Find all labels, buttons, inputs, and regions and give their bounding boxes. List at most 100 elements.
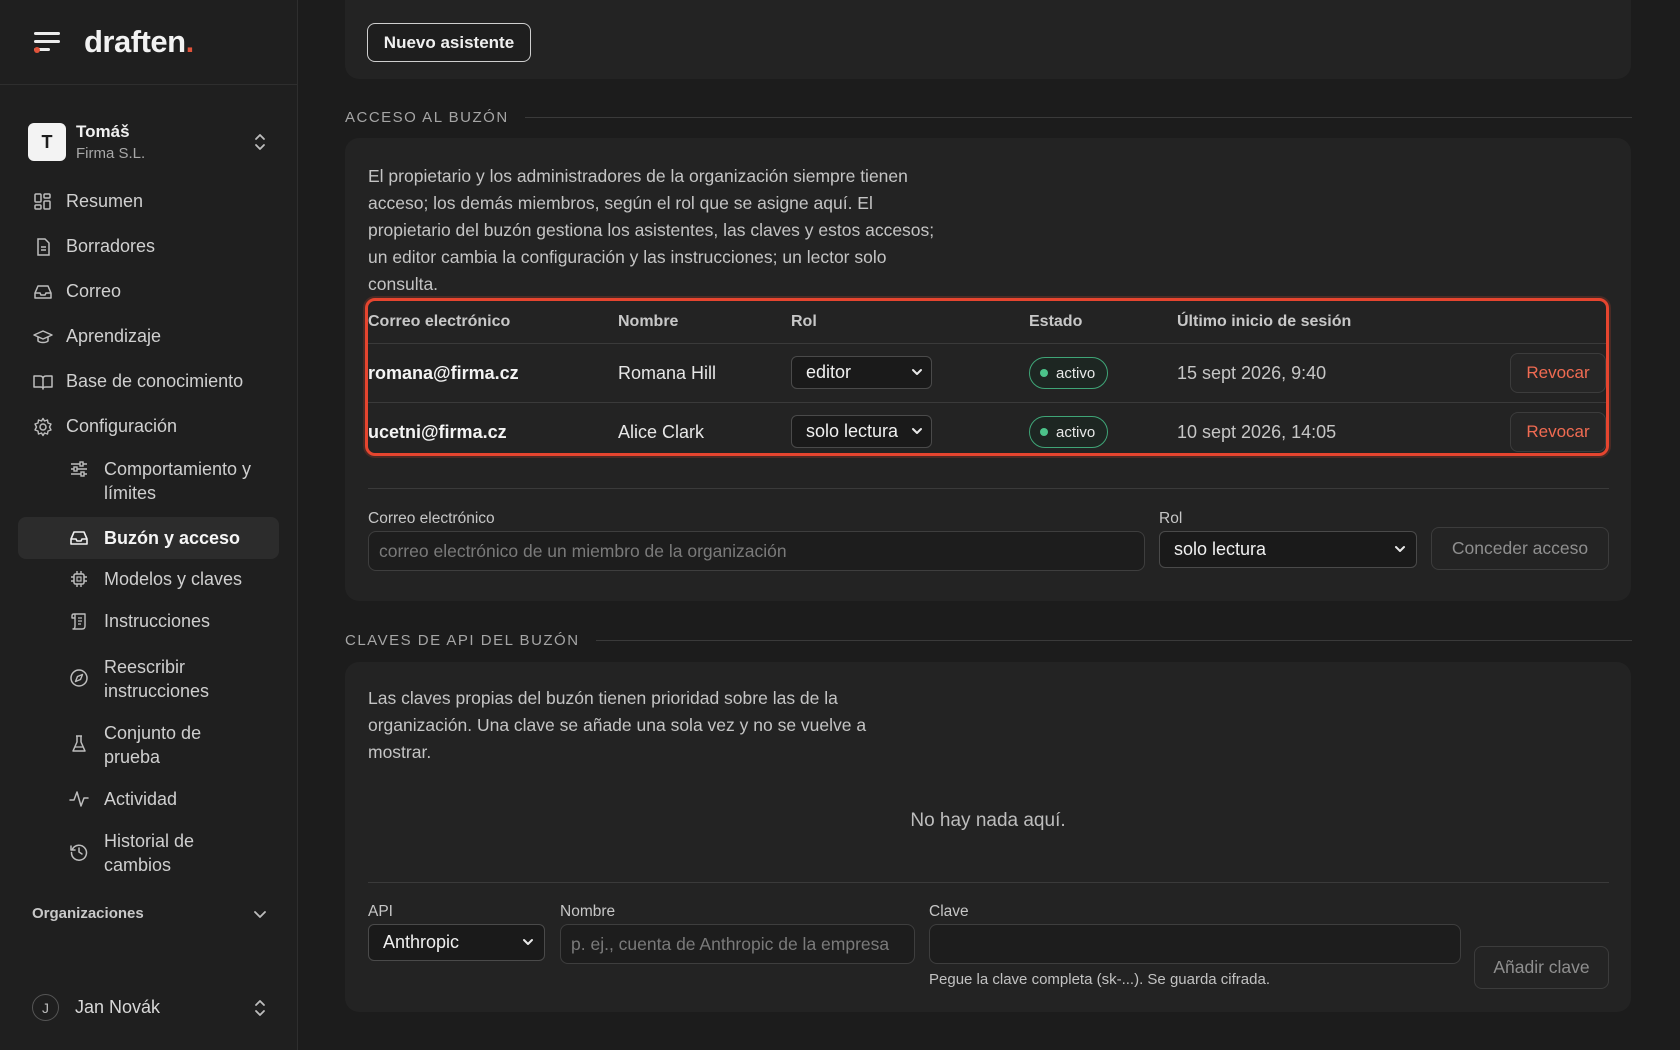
new-role-select[interactable]: solo lectura [1159,531,1417,568]
empty-state: No hay nada aquí. [910,810,1066,831]
sub-item-comportamiento[interactable]: Comportamiento y límites [0,457,297,503]
last-login: 10 sept 2026, 14:05 [1177,422,1337,442]
nav-item-label: Configuración [66,416,178,436]
book-icon [32,371,54,393]
dashboard-icon [32,191,54,213]
graduation-cap-icon [32,326,54,348]
user-name: Jan Novák [75,997,161,1017]
chevron-down-icon [911,367,923,377]
activity-icon [68,788,90,810]
last-login: 15 sept 2026, 9:40 [1177,363,1327,383]
nav-item-label: Borradores [66,236,156,256]
key-hint: Pegue la clave completa (sk-...). Se gua… [929,971,1271,988]
nav-item-correo[interactable]: Correo [0,269,297,314]
nav-item-base-conocimiento[interactable]: Base de conocimiento [0,359,297,404]
sidebar: draften. T Tomáš Firma S.L. Resumen Borr… [0,0,298,1050]
access-description: El propietario y los administradores de … [368,166,935,294]
sub-item-conjunto-prueba[interactable]: Conjunto de prueba [0,721,297,773]
column-header: Estado [1029,313,1083,330]
nav-item-label: Base de conocimiento [66,371,244,391]
email-label: Correo electrónico [368,510,495,527]
sub-item-instrucciones[interactable]: Instrucciones [0,609,297,643]
menu-icon[interactable] [34,31,60,53]
divider [368,488,1609,489]
sub-item-modelos-claves[interactable]: Modelos y claves [0,567,297,601]
status-badge: activo [1029,416,1109,448]
chevron-down-icon [253,909,267,919]
main-content: Nuevo asistente ACCESO AL BUZÓN El propi… [298,0,1680,1050]
member-name: Alice Clark [618,422,705,442]
column-header: Rol [791,313,817,330]
main-nav: Resumen Borradores Correo Aprendizaje Ba… [0,179,297,881]
chevron-updown-icon [253,997,267,1019]
nav-item-resumen[interactable]: Resumen [0,179,297,224]
role-select[interactable]: solo lectura [791,415,932,448]
table-header: Correo electrónico Nombre Rol Estado Últ… [368,301,1606,344]
nav-item-label: Aprendizaje [66,326,162,346]
gear-icon [32,416,54,438]
revoke-button[interactable]: Revocar [1510,353,1606,393]
sub-item-buzon-acceso[interactable]: Buzón y acceso [18,517,279,559]
api-keys-description: Las claves propias del buzón tienen prio… [368,688,867,762]
inbox-icon [68,527,90,549]
flask-icon [68,733,90,755]
user-menu[interactable]: J Jan Novák [32,994,267,1021]
mailbox-access-card: El propietario y los administradores de … [345,138,1631,601]
sub-item-label: Comportamiento y límites [104,459,252,503]
add-key-button[interactable]: Añadir clave [1474,946,1609,989]
table-row: romana@firma.cz Romana Hill editor activ… [368,344,1606,403]
sub-item-label: Conjunto de prueba [104,723,202,767]
sub-item-actividad[interactable]: Actividad [0,787,297,821]
access-table: Correo electrónico Nombre Rol Estado Últ… [365,298,1609,456]
revoke-button[interactable]: Revocar [1510,412,1606,452]
member-email-input[interactable]: correo electrónico de un miembro de la o… [368,531,1145,571]
api-keys-section-title: CLAVES DE API DEL BUZÓN [345,632,1632,649]
document-icon [32,236,54,258]
inbox-icon [32,281,54,303]
chevron-down-icon [911,426,923,436]
account-name: Tomáš [76,122,130,141]
member-email: ucetni@firma.cz [368,422,507,442]
chip-icon [68,568,90,590]
assistants-card: Nuevo asistente [345,0,1631,79]
compass-icon [68,667,90,689]
status-badge: activo [1029,357,1109,389]
sub-item-label: Modelos y claves [104,569,243,589]
nav-item-configuracion[interactable]: Configuración [0,404,297,449]
sub-item-reescribir[interactable]: Reescribir instrucciones [0,655,297,707]
account-avatar: T [28,123,66,161]
sub-item-label: Historial de cambios [104,831,195,875]
nav-item-aprendizaje[interactable]: Aprendizaje [0,314,297,359]
nav-item-label: Resumen [66,191,144,211]
api-label: API [368,903,393,920]
table-row: ucetni@firma.cz Alice Clark solo lectura… [368,403,1606,462]
grant-access-button[interactable]: Conceder acceso [1431,527,1609,570]
member-name: Romana Hill [618,363,717,383]
new-assistant-button[interactable]: Nuevo asistente [367,23,531,62]
key-name-input[interactable]: p. ej., cuenta de Anthropic de la empres… [560,924,915,964]
key-input[interactable] [929,924,1461,964]
api-keys-card: Las claves propias del buzón tienen prio… [345,662,1631,1012]
sub-item-label: Actividad [104,789,178,809]
sub-item-label: Buzón y acceso [104,528,241,548]
app-logo[interactable]: draften. [84,24,194,60]
chevron-updown-icon [253,131,267,153]
member-email: romana@firma.cz [368,363,519,383]
chevron-down-icon [1394,544,1406,554]
api-provider-select[interactable]: Anthropic [368,924,545,961]
access-section-title: ACCESO AL BUZÓN [345,109,1632,126]
sub-item-label: Reescribir instrucciones [104,657,210,701]
account-org: Firma S.L. [76,145,146,162]
organizations-toggle[interactable]: Organizaciones [32,905,267,922]
nav-item-borradores[interactable]: Borradores [0,224,297,269]
column-header: Nombre [618,313,679,330]
divider [368,882,1609,883]
column-header: Último inicio de sesión [1177,313,1352,330]
sliders-icon [68,458,90,480]
role-select[interactable]: editor [791,356,932,389]
nav-item-label: Correo [66,281,122,301]
scroll-icon [68,610,90,632]
sub-item-historial[interactable]: Historial de cambios [0,829,297,881]
key-label: Clave [929,903,969,920]
account-switcher[interactable]: T Tomáš Firma S.L. [0,117,297,167]
